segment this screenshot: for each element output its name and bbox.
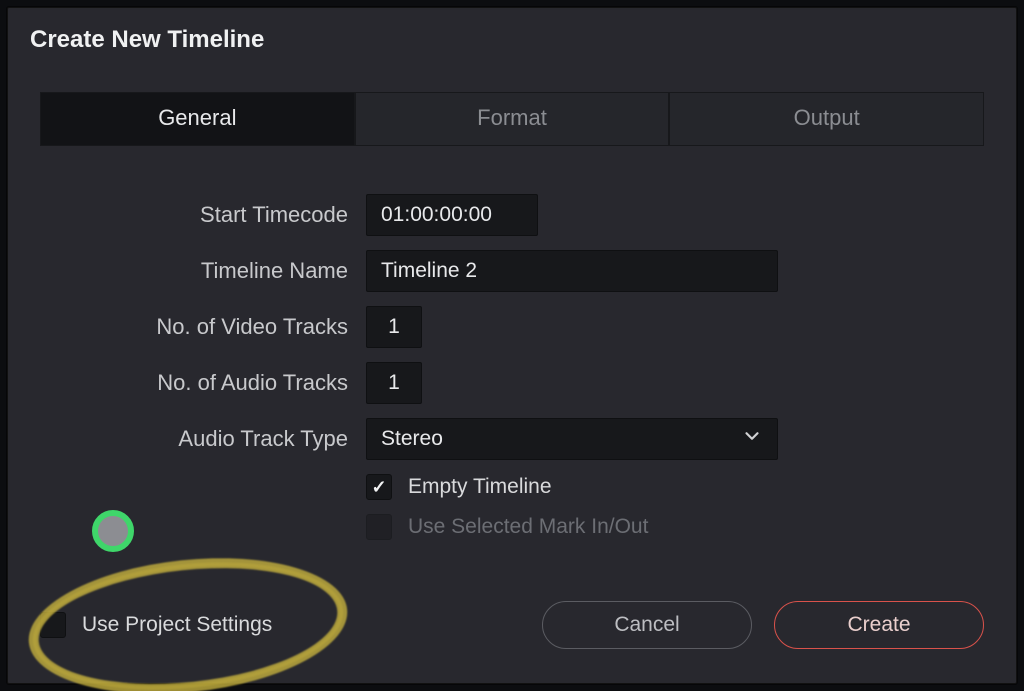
video-tracks-label: No. of Video Tracks: [8, 314, 366, 340]
chevron-down-icon: [741, 425, 763, 453]
audio-tracks-input[interactable]: [366, 362, 422, 404]
tab-bar: General Format Output: [40, 92, 984, 146]
cancel-button[interactable]: Cancel: [542, 601, 752, 649]
dialog-title: Create New Timeline: [8, 8, 1016, 64]
audio-track-type-select[interactable]: Stereo: [366, 418, 778, 460]
use-mark-inout-checkbox: [366, 514, 392, 540]
start-timecode-input[interactable]: [366, 194, 538, 236]
use-project-settings-label: Use Project Settings: [82, 613, 272, 637]
audio-track-type-value: Stereo: [381, 427, 443, 451]
empty-timeline-checkbox[interactable]: [366, 474, 392, 500]
tab-format[interactable]: Format: [355, 92, 670, 146]
create-button[interactable]: Create: [774, 601, 984, 649]
general-form: Start Timecode Timeline Name No. of Vide…: [8, 194, 1016, 540]
audio-track-type-label: Audio Track Type: [8, 426, 366, 452]
use-mark-inout-label: Use Selected Mark In/Out: [408, 515, 648, 539]
empty-timeline-label: Empty Timeline: [408, 475, 552, 499]
dialog-footer: Use Project Settings Cancel Create: [40, 601, 984, 649]
timeline-name-input[interactable]: [366, 250, 778, 292]
create-new-timeline-dialog: Create New Timeline General Format Outpu…: [7, 7, 1017, 684]
timeline-name-label: Timeline Name: [8, 258, 366, 284]
tab-output[interactable]: Output: [669, 92, 984, 146]
video-tracks-input[interactable]: [366, 306, 422, 348]
start-timecode-label: Start Timecode: [8, 202, 366, 228]
tab-general[interactable]: General: [40, 92, 355, 146]
use-project-settings-checkbox[interactable]: [40, 612, 66, 638]
audio-tracks-label: No. of Audio Tracks: [8, 370, 366, 396]
